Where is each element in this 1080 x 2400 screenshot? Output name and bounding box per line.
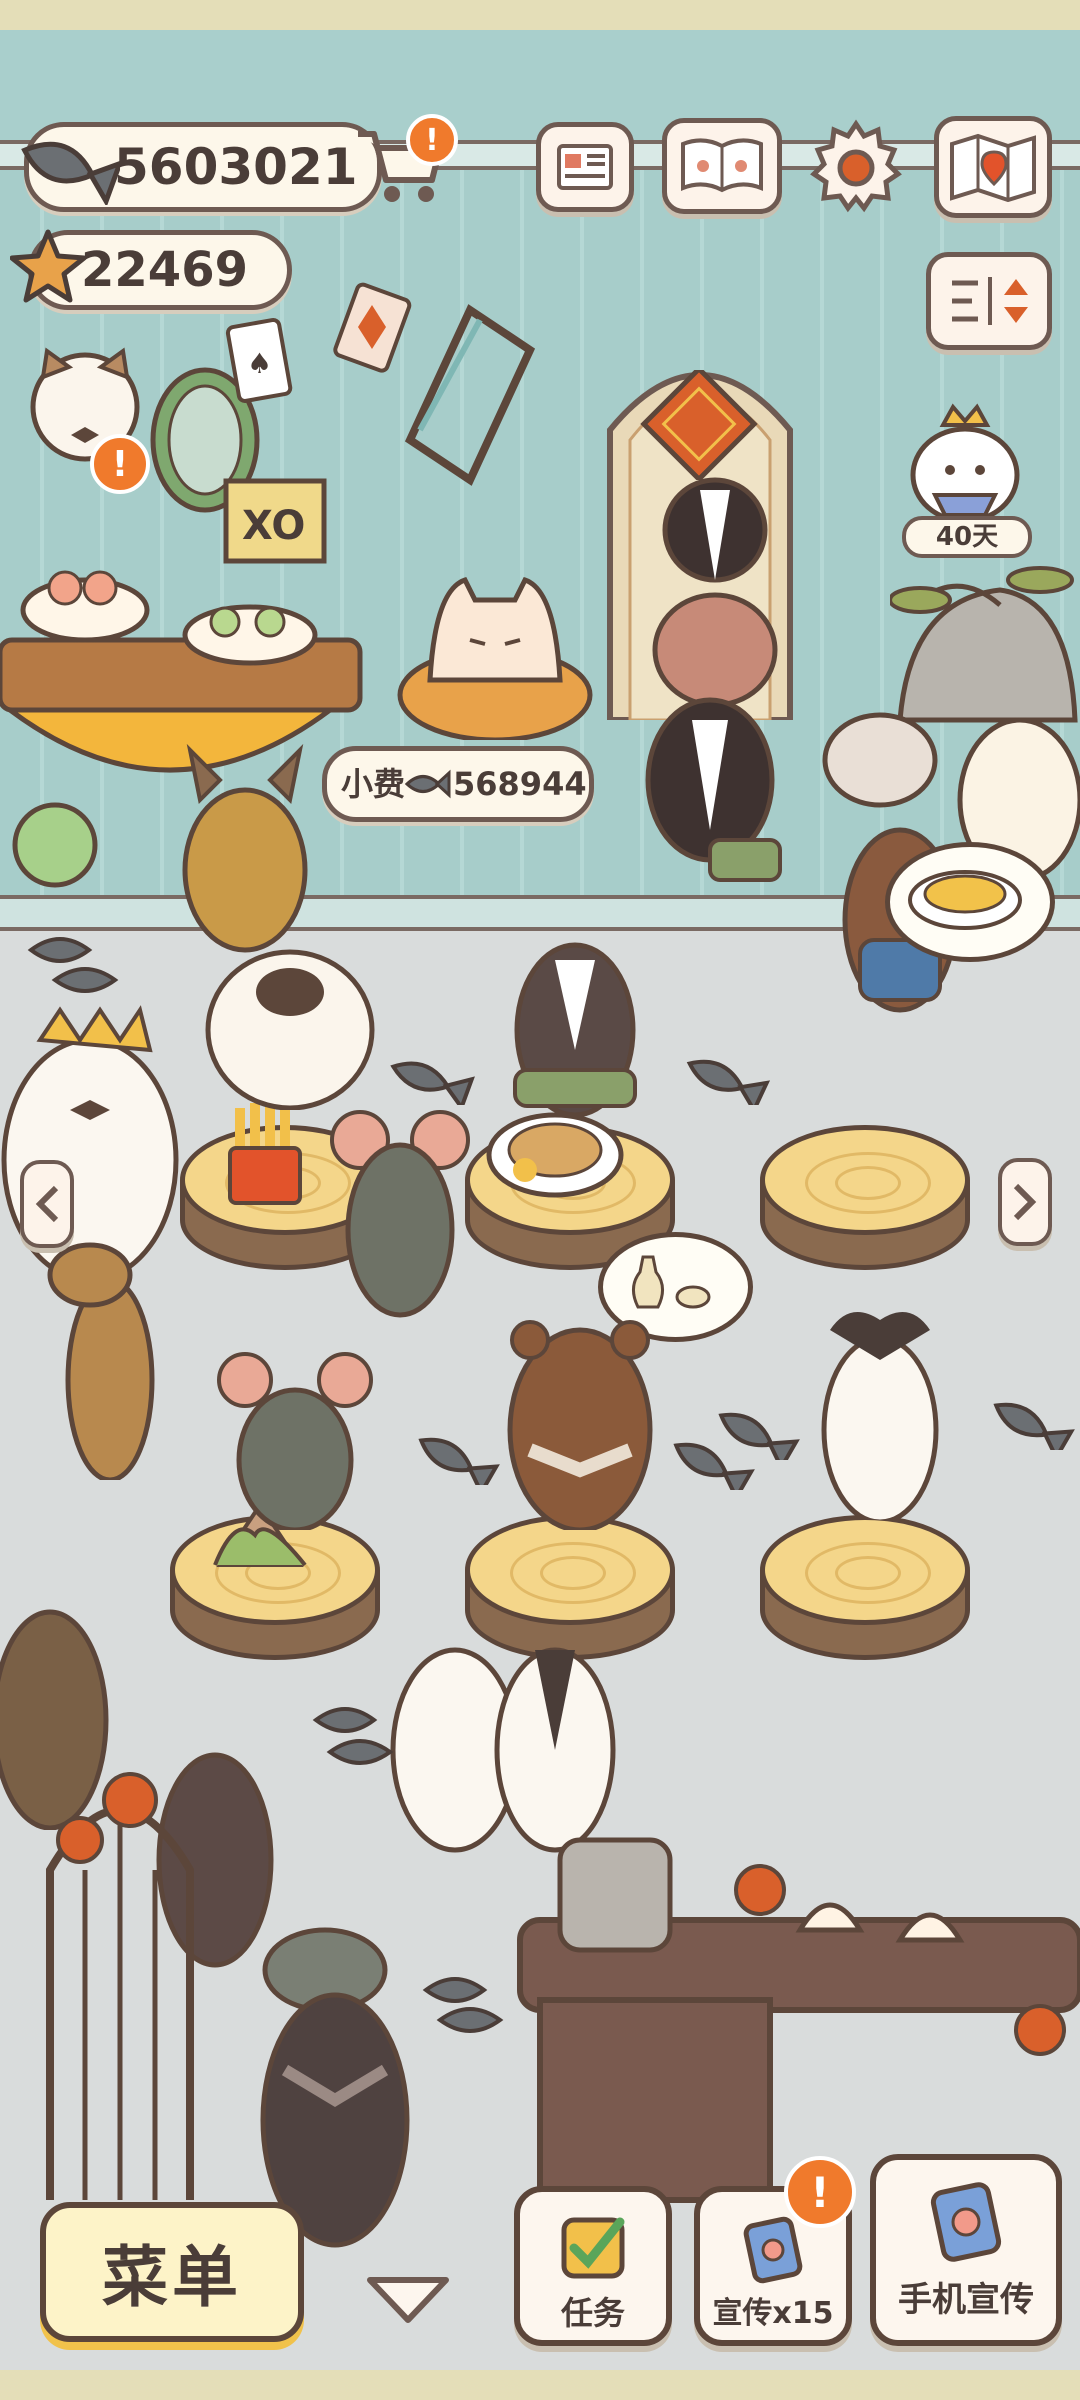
paw-book-icon <box>681 138 763 193</box>
game-scene: ♠ XO 40天 ! 小费 568944 5603021 ! 22469 菜单 … <box>0 0 1080 2400</box>
map-button[interactable] <box>934 116 1052 218</box>
fish-icon <box>21 141 120 205</box>
sheep-customer[interactable] <box>200 930 380 1110</box>
chevron-right-icon <box>1013 1183 1037 1221</box>
collapse-toggle-button[interactable] <box>360 2270 456 2330</box>
catalog-book-button[interactable] <box>662 118 782 214</box>
settings-button[interactable] <box>808 118 904 214</box>
mouse-customer[interactable] <box>330 1100 470 1320</box>
shop-alert-badge[interactable]: ! <box>406 114 458 166</box>
scroll-left-button[interactable] <box>20 1160 74 1248</box>
fish-icon <box>404 769 451 799</box>
menu-button[interactable]: 菜单 <box>40 2202 304 2342</box>
phone-promo-icon <box>930 2182 1002 2262</box>
event-days-left: 40天 <box>935 522 999 552</box>
diamond-card-decoration <box>333 282 412 373</box>
bear-customer[interactable] <box>500 1300 660 1530</box>
chevron-down-icon <box>367 2277 449 2323</box>
fish-pile-pickup[interactable] <box>310 1690 420 1790</box>
fish-currency-value: 5603021 <box>114 138 358 196</box>
playing-card-decoration: ♠ <box>225 317 293 403</box>
newspaper-icon <box>557 144 613 190</box>
promotion-alert-badge[interactable]: ! <box>784 2156 856 2228</box>
tip-label: 小费 <box>341 765 406 803</box>
table-stump[interactable] <box>760 1125 970 1275</box>
table-stump[interactable] <box>760 1515 970 1665</box>
phone-promotion-button[interactable]: 手机宣传 <box>870 2154 1062 2346</box>
fish-pickup[interactable] <box>680 1055 770 1105</box>
bottom-border <box>0 2370 1080 2400</box>
fortune-sign-decoration <box>640 370 758 480</box>
xo-sign-decoration: XO <box>223 478 327 564</box>
checklist-icon <box>561 2217 625 2279</box>
sort-toggle-icon <box>952 277 1028 325</box>
deer-customer[interactable] <box>170 740 320 960</box>
tip-display[interactable]: 小费 568944 <box>322 746 594 822</box>
tasks-label: 任务 <box>560 2294 625 2332</box>
fries-dish <box>228 1102 302 1205</box>
fish-pickup[interactable] <box>985 1400 1075 1450</box>
border-collie-customer[interactable] <box>810 1300 950 1520</box>
svg-text:XO: XO <box>242 503 305 549</box>
badger-customer[interactable] <box>505 930 645 1120</box>
svg-text:♠: ♠ <box>247 347 272 380</box>
fish-pickup[interactable] <box>710 1410 800 1460</box>
mouse-customer[interactable] <box>215 1350 375 1530</box>
gear-icon <box>810 119 902 213</box>
event-timer-badge: 40天 <box>902 516 1032 558</box>
scroll-right-button[interactable] <box>998 1158 1052 1246</box>
star-currency-value: 22469 <box>81 242 248 298</box>
top-border <box>0 0 1080 30</box>
birdcage-decoration <box>46 1772 194 2200</box>
omelette-icon <box>908 870 1022 930</box>
event-character[interactable] <box>905 395 1025 525</box>
fish-pickup[interactable] <box>385 1055 475 1105</box>
layout-toggle-button[interactable] <box>926 252 1052 350</box>
tip-amount: 568944 <box>453 765 587 803</box>
tasks-button[interactable]: 任务 <box>514 2186 672 2346</box>
phone-promo-icon <box>743 2216 803 2284</box>
dachshund-customer[interactable] <box>30 1230 190 1480</box>
newspaper-button[interactable] <box>536 122 634 212</box>
order-bubble-omelette <box>885 842 1055 962</box>
phone-promotion-label: 手机宣传 <box>898 2280 1034 2320</box>
shop-cat-alert-badge[interactable]: ! <box>90 434 150 494</box>
fish-pile-pickup[interactable] <box>25 920 145 1020</box>
star-icon <box>10 229 86 303</box>
badger-stack-customers[interactable] <box>630 470 800 930</box>
chef-cat-npc[interactable] <box>395 560 595 740</box>
map-icon <box>950 133 1036 202</box>
menu-button-label: 菜单 <box>102 2239 242 2316</box>
fish-pickup[interactable] <box>410 1435 500 1485</box>
promotion-label: 宣传x15 <box>712 2296 834 2331</box>
chevron-left-icon <box>35 1185 59 1223</box>
